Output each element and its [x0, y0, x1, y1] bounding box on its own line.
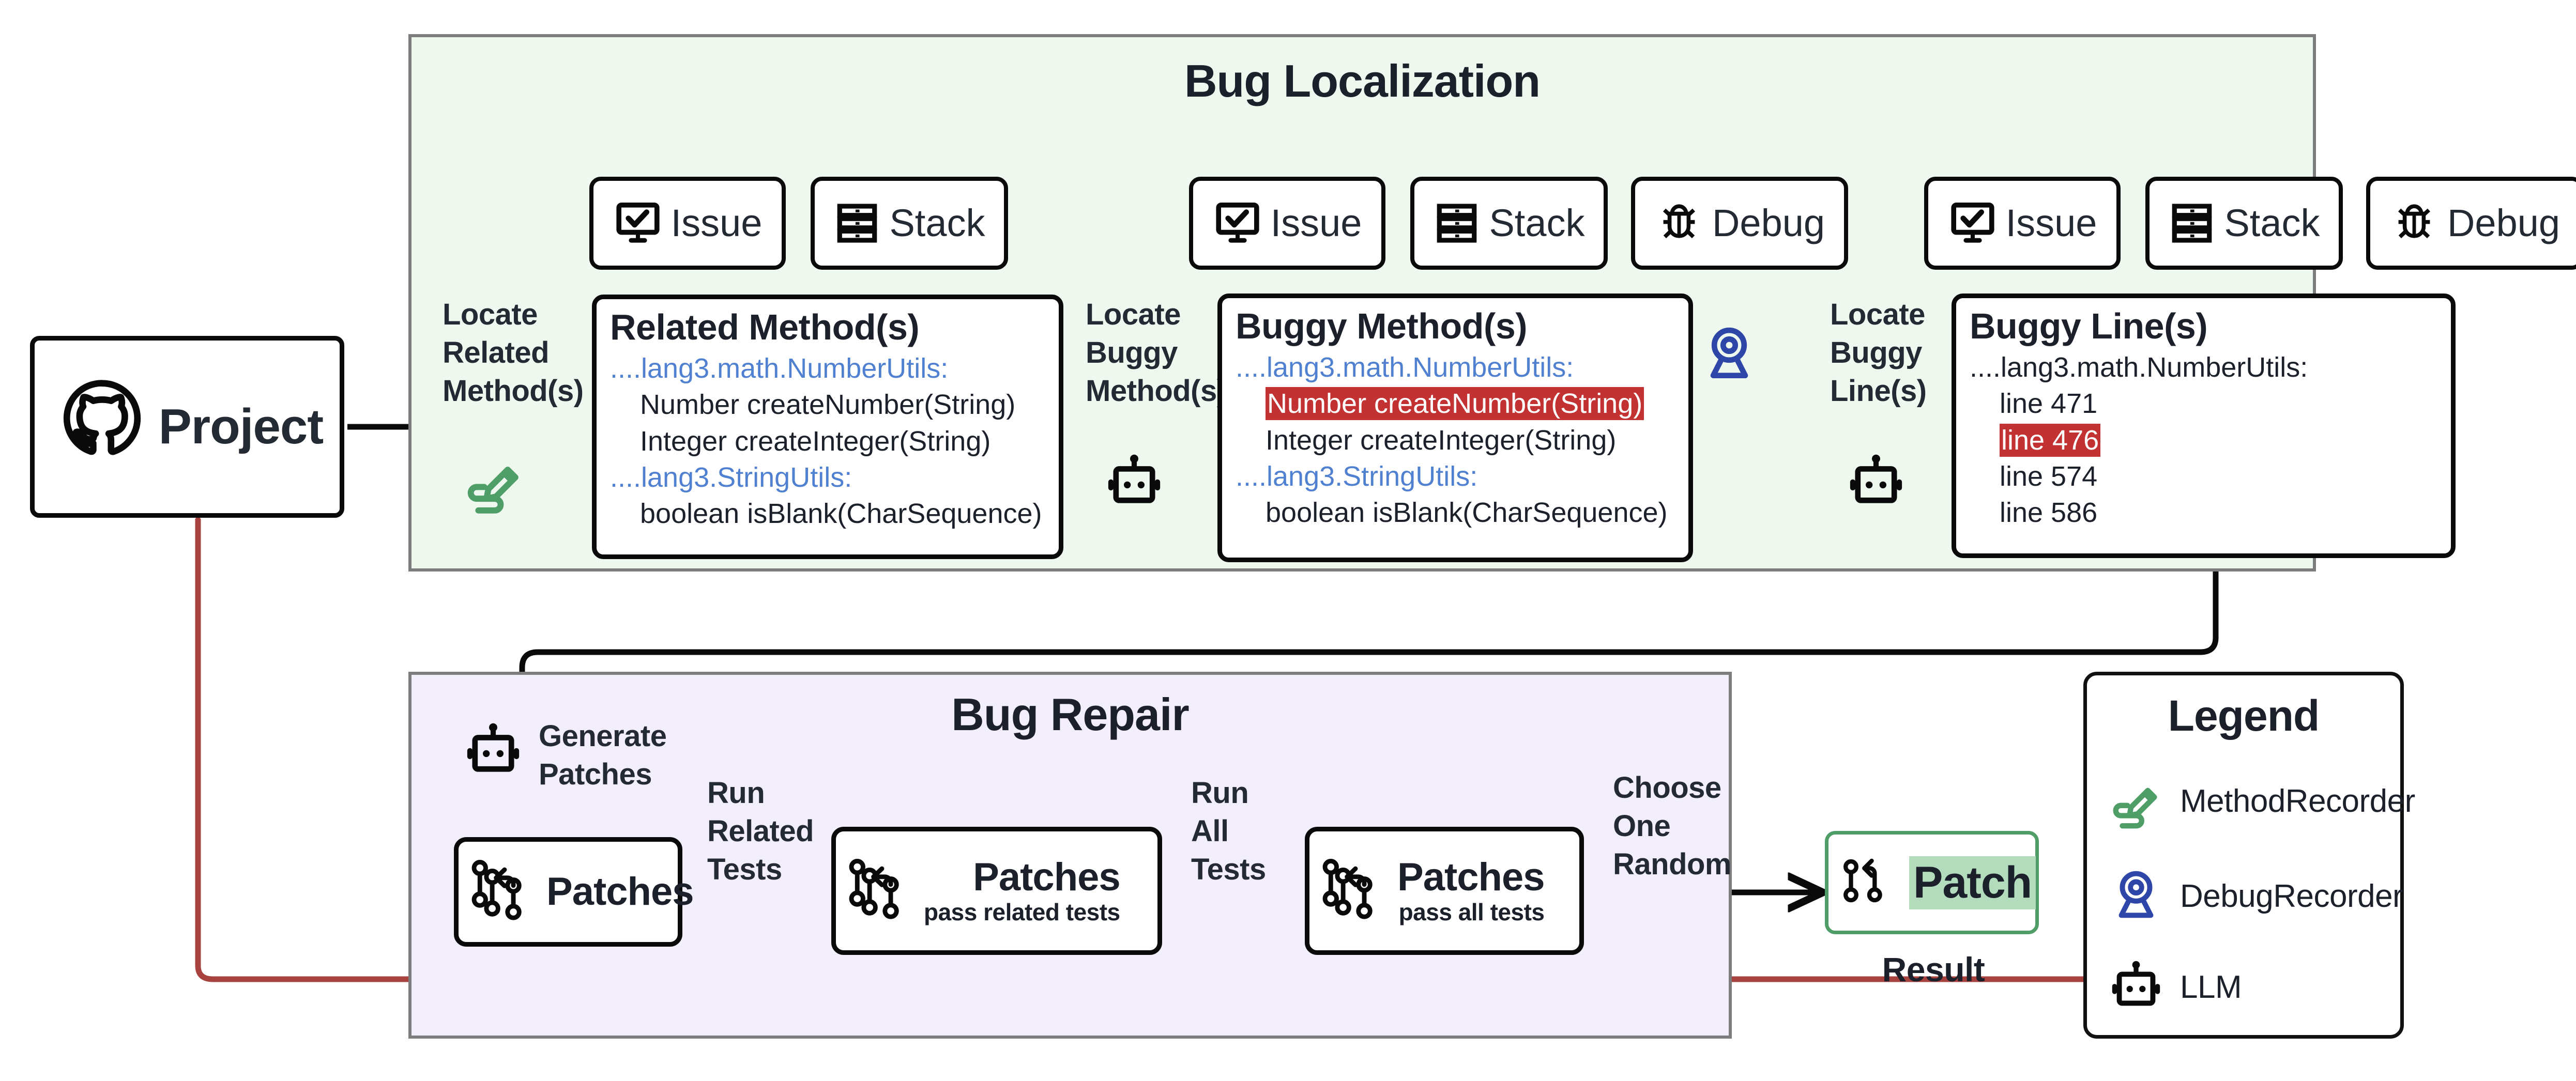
method-line: boolean isBlank(CharSequence) — [1266, 497, 1668, 528]
source-chip-debug-2[interactable]: Debug — [1631, 177, 1848, 270]
llm-robot-icon — [460, 717, 526, 786]
legend-item-label: DebugRecorder — [2180, 878, 2403, 914]
legend-panel: Legend MethodRecorder DebugRecorder LLM — [2083, 672, 2415, 1039]
stack-server-icon — [833, 199, 881, 247]
llm-robot-icon — [1843, 449, 1909, 517]
package-name: ....lang3.math.NumberUtils: — [1236, 352, 1574, 383]
method-recorder-icon — [459, 445, 529, 518]
result-patch-node[interactable]: Patch — [1825, 831, 2039, 934]
patches-node-pass-related[interactable]: Patches pass related tests — [831, 827, 1162, 955]
source-chip-label: Debug — [1712, 202, 1825, 244]
patches-node-initial[interactable]: Patches — [454, 837, 694, 947]
legend-item-llm: LLM — [2106, 955, 2242, 1019]
buggy-methods-title: Buggy Method(s) — [1236, 306, 1528, 346]
related-methods-title: Related Method(s) — [610, 307, 920, 347]
debug-recorder-icon — [2106, 864, 2167, 928]
line-entry-highlighted: line 476 — [1970, 422, 2440, 458]
patches-text: Patches pass all tests — [1397, 858, 1545, 924]
source-chip-issue-3[interactable]: Issue — [1924, 177, 2121, 270]
patches-text: Patches pass related tests — [924, 855, 1121, 925]
project-node[interactable]: Project — [30, 336, 344, 518]
buggy-lines-title: Buggy Line(s) — [1970, 306, 2208, 346]
legend-item-method-recorder: MethodRecorder — [2106, 769, 2415, 833]
bug-localization-title: Bug Localization — [1184, 55, 1541, 106]
llm-robot-icon — [2106, 955, 2167, 1019]
result-label: Patch — [1909, 856, 2036, 909]
legend-item-label: LLM — [2180, 969, 2242, 1005]
source-chip-stack-2[interactable]: Stack — [1410, 177, 1608, 270]
diagram-canvas: Bug Localization Issue Stack Issue Stack… — [0, 0, 2576, 1081]
related-methods-box: Related Method(s) ....lang3.math.NumberU… — [592, 295, 1063, 559]
method-line: Number createNumber(String) — [640, 389, 1016, 421]
git-branch-icon — [843, 851, 921, 931]
package-name: ....lang3.StringUtils: — [610, 461, 852, 493]
issue-monitor-icon — [613, 198, 663, 248]
source-chip-issue-2[interactable]: Issue — [1189, 177, 1385, 270]
highlight-span: Number createNumber(String) — [1266, 387, 1644, 421]
patches-node-pass-all[interactable]: Patches pass all tests — [1305, 827, 1584, 955]
line-entry: line 471 — [2000, 388, 2098, 420]
method-line-highlighted: Number createNumber(String) — [1236, 385, 1677, 422]
source-chip-label: Issue — [2005, 202, 2097, 244]
issue-monitor-icon — [1213, 198, 1262, 248]
source-chip-label: Issue — [1270, 202, 1362, 244]
git-branch-icon — [1835, 849, 1900, 917]
edge-label-locate-related-methods: Locate Related Method(s) — [443, 298, 584, 408]
package-name: ....lang3.StringUtils: — [1236, 460, 1478, 492]
edge-label-run-related-tests: Run Related Tests — [707, 776, 814, 887]
debug-bug-icon — [2389, 198, 2439, 248]
line-entry: line 586 — [2000, 497, 2098, 528]
line-entry: line 574 — [2000, 460, 2098, 492]
source-chip-label: Stack — [889, 202, 985, 244]
method-line: Integer createInteger(String) — [640, 425, 991, 457]
patches-sub-label: pass all tests — [1398, 899, 1545, 925]
package-name: ....lang3.math.NumberUtils: — [1970, 352, 2308, 383]
patches-sub-label: pass related tests — [924, 899, 1120, 925]
source-chip-stack-3[interactable]: Stack — [2145, 177, 2343, 270]
highlight-span: line 476 — [2000, 423, 2101, 457]
edge-label-locate-buggy-lines: Locate Buggy Line(s) — [1830, 298, 1927, 408]
source-chip-label: Stack — [1489, 202, 1585, 244]
legend-item-debug-recorder: DebugRecorder — [2106, 864, 2403, 928]
debug-recorder-icon — [1696, 320, 1762, 389]
source-chip-label: Debug — [2447, 202, 2560, 244]
method-recorder-icon — [2106, 769, 2167, 833]
patches-main-label: Patches — [546, 870, 694, 914]
github-icon — [51, 375, 153, 479]
git-branch-icon — [1317, 851, 1394, 931]
project-label: Project — [158, 399, 324, 454]
patches-main-label: Patches — [973, 855, 1120, 899]
legend-item-label: MethodRecorder — [2180, 783, 2415, 819]
llm-robot-icon — [1101, 449, 1167, 517]
stack-server-icon — [2168, 199, 2216, 247]
debug-bug-icon — [1654, 198, 1704, 248]
edge-label-generate-patches: Generate Patches — [539, 719, 667, 792]
legend-title: Legend — [2168, 691, 2320, 740]
method-line: Integer createInteger(String) — [1266, 424, 1617, 456]
buggy-methods-box: Buggy Method(s) ....lang3.math.NumberUti… — [1217, 294, 1693, 562]
edge-label-run-all-tests: Run All Tests — [1191, 776, 1266, 887]
stack-server-icon — [1433, 199, 1481, 247]
package-name: ....lang3.math.NumberUtils: — [610, 353, 949, 384]
source-chip-issue-1[interactable]: Issue — [589, 177, 786, 270]
edge-label-choose-one-random: Choose One Random — [1613, 771, 1732, 882]
source-chip-label: Stack — [2224, 202, 2320, 244]
patches-main-label: Patches — [1397, 855, 1545, 899]
source-chip-stack-1[interactable]: Stack — [811, 177, 1008, 270]
method-line: boolean isBlank(CharSequence) — [640, 498, 1042, 529]
git-branch-icon — [466, 852, 543, 932]
source-chip-debug-3[interactable]: Debug — [2366, 177, 2576, 270]
result-caption: Result — [1882, 950, 1985, 989]
source-chip-label: Issue — [670, 202, 763, 244]
issue-monitor-icon — [1948, 198, 1998, 248]
patches-text: Patches — [546, 872, 694, 912]
edge-label-locate-buggy-methods: Locate Buggy Method(s) — [1086, 298, 1227, 408]
buggy-lines-box: Buggy Line(s) ....lang3.math.NumberUtils… — [1952, 294, 2456, 558]
